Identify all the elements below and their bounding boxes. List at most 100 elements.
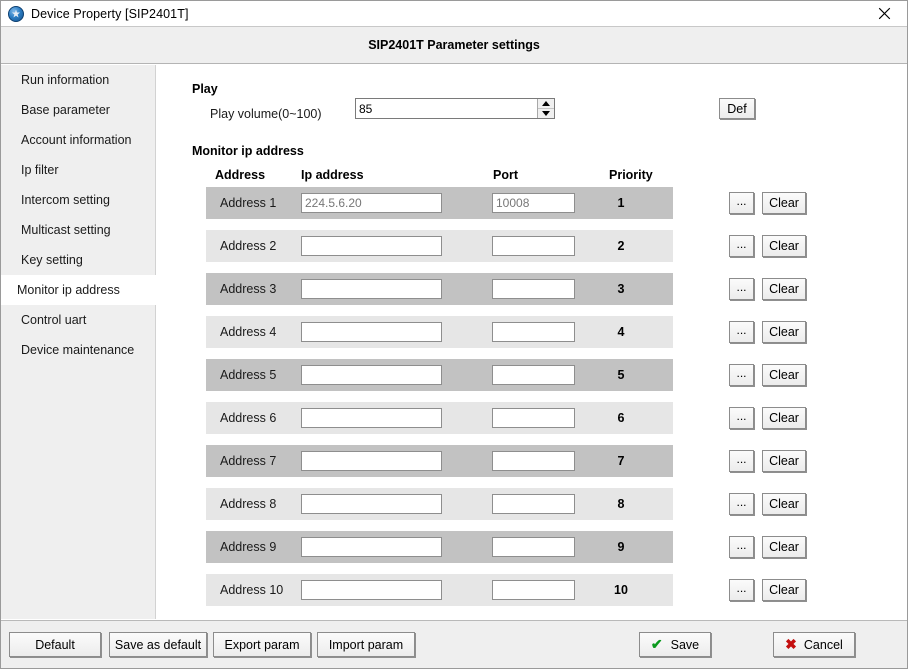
sidebar-item-account-information[interactable]: Account information (1, 125, 155, 155)
clear-button[interactable]: Clear (762, 407, 806, 429)
clear-button[interactable]: Clear (762, 536, 806, 558)
browse-button[interactable]: ... (729, 235, 754, 257)
table-row: Address 5 5... Clear (206, 359, 806, 391)
save-button[interactable]: ✔ Save (639, 632, 711, 657)
port-input[interactable] (492, 365, 575, 385)
browse-button[interactable]: ... (729, 450, 754, 472)
port-input[interactable] (492, 451, 575, 471)
port-input[interactable] (492, 279, 575, 299)
address-row-label: Address 3 (220, 282, 277, 296)
browse-button[interactable]: ... (729, 321, 754, 343)
sidebar-item-ip-filter[interactable]: Ip filter (1, 155, 155, 185)
priority-value: 5 (617, 368, 625, 382)
default-button[interactable]: Default (9, 632, 101, 657)
sidebar-item-label: Intercom setting (21, 193, 110, 207)
export-param-button[interactable]: Export param (213, 632, 311, 657)
clear-button[interactable]: Clear (762, 278, 806, 300)
priority-value: 1 (617, 196, 625, 210)
sidebar-item-label: Key setting (21, 253, 83, 267)
ip-address-input[interactable] (301, 365, 442, 385)
ip-address-input[interactable] (301, 193, 442, 213)
clear-button[interactable]: Clear (762, 364, 806, 386)
clear-button[interactable]: Clear (762, 579, 806, 601)
play-volume-input[interactable] (356, 99, 537, 118)
clear-button[interactable]: Clear (762, 321, 806, 343)
port-input[interactable] (492, 193, 575, 213)
close-icon[interactable] (862, 1, 907, 26)
column-header-port: Port (493, 168, 518, 182)
address-row-label: Address 5 (220, 368, 277, 382)
cancel-button[interactable]: ✖ Cancel (773, 632, 855, 657)
sidebar-item-intercom-setting[interactable]: Intercom setting (1, 185, 155, 215)
triangle-up-icon[interactable] (538, 99, 554, 109)
priority-value: 10 (614, 583, 628, 597)
sidebar-item-multicast-setting[interactable]: Multicast setting (1, 215, 155, 245)
clear-button[interactable]: Clear (762, 450, 806, 472)
browse-button[interactable]: ... (729, 364, 754, 386)
port-input[interactable] (492, 236, 575, 256)
def-button[interactable]: Def (719, 98, 755, 119)
ip-address-input[interactable] (301, 279, 442, 299)
port-input[interactable] (492, 537, 575, 557)
x-icon: ✖ (785, 636, 797, 652)
sidebar-item-label: Monitor ip address (17, 283, 120, 297)
table-row: Address 6 6... Clear (206, 402, 806, 434)
clear-button[interactable]: Clear (762, 192, 806, 214)
priority-value: 2 (617, 239, 625, 253)
play-volume-stepper[interactable] (355, 98, 555, 119)
column-header-ip: Ip address (301, 168, 364, 182)
table-row: Address 3 3... Clear (206, 273, 806, 305)
ip-address-input[interactable] (301, 236, 442, 256)
address-row-label: Address 9 (220, 540, 277, 554)
table-row: Address 10 10... Clear (206, 574, 806, 606)
priority-value: 4 (617, 325, 625, 339)
column-header-address: Address (215, 168, 266, 182)
ip-address-input[interactable] (301, 580, 442, 600)
play-volume-label: Play volume(0~100) (210, 107, 322, 121)
save-as-default-button[interactable]: Save as default (109, 632, 207, 657)
table-row: Address 2 2... Clear (206, 230, 806, 262)
triangle-down-icon[interactable] (538, 109, 554, 118)
ip-address-input[interactable] (301, 494, 442, 514)
clear-button[interactable]: Clear (762, 235, 806, 257)
ip-address-input[interactable] (301, 537, 442, 557)
sidebar-item-run-information[interactable]: Run information (1, 65, 155, 95)
table-row: Address 4 4... Clear (206, 316, 806, 348)
port-input[interactable] (492, 580, 575, 600)
address-row-label: Address 6 (220, 411, 277, 425)
import-param-button[interactable]: Import param (317, 632, 415, 657)
browse-button[interactable]: ... (729, 536, 754, 558)
browse-button[interactable]: ... (729, 407, 754, 429)
column-header-priority: Priority (609, 168, 653, 182)
sidebar-item-key-setting[interactable]: Key setting (1, 245, 155, 275)
sidebar-item-device-maintenance[interactable]: Device maintenance (1, 335, 155, 365)
play-volume-spinner[interactable] (537, 99, 554, 118)
monitor-section-title: Monitor ip address (192, 144, 304, 158)
port-input[interactable] (492, 322, 575, 342)
sidebar-item-control-uart[interactable]: Control uart (1, 305, 155, 335)
window-title: Device Property [SIP2401T] (31, 6, 189, 21)
sidebar-item-monitor-ip-address[interactable]: Monitor ip address (1, 275, 157, 305)
table-row: Address 7 7... Clear (206, 445, 806, 477)
port-input[interactable] (492, 494, 575, 514)
ip-address-input[interactable] (301, 451, 442, 471)
ip-address-input[interactable] (301, 322, 442, 342)
cancel-button-label: Cancel (803, 637, 843, 652)
table-row: Address 9 9... Clear (206, 531, 806, 563)
device-property-window: Device Property [SIP2401T] SIP2401T Para… (0, 0, 908, 669)
port-input[interactable] (492, 408, 575, 428)
content-panel: Play Play volume(0~100) Def Monitor ip a… (157, 65, 907, 619)
sidebar-item-label: Ip filter (21, 163, 59, 177)
browse-button[interactable]: ... (729, 579, 754, 601)
browse-button[interactable]: ... (729, 493, 754, 515)
address-row-label: Address 1 (220, 196, 277, 210)
browse-button[interactable]: ... (729, 192, 754, 214)
sidebar-item-label: Run information (21, 73, 110, 87)
page-title: SIP2401T Parameter settings (368, 38, 540, 52)
clear-button[interactable]: Clear (762, 493, 806, 515)
ip-address-input[interactable] (301, 408, 442, 428)
sidebar-item-base-parameter[interactable]: Base parameter (1, 95, 155, 125)
browse-button[interactable]: ... (729, 278, 754, 300)
priority-value: 3 (617, 282, 625, 296)
play-section-title: Play (192, 82, 218, 96)
